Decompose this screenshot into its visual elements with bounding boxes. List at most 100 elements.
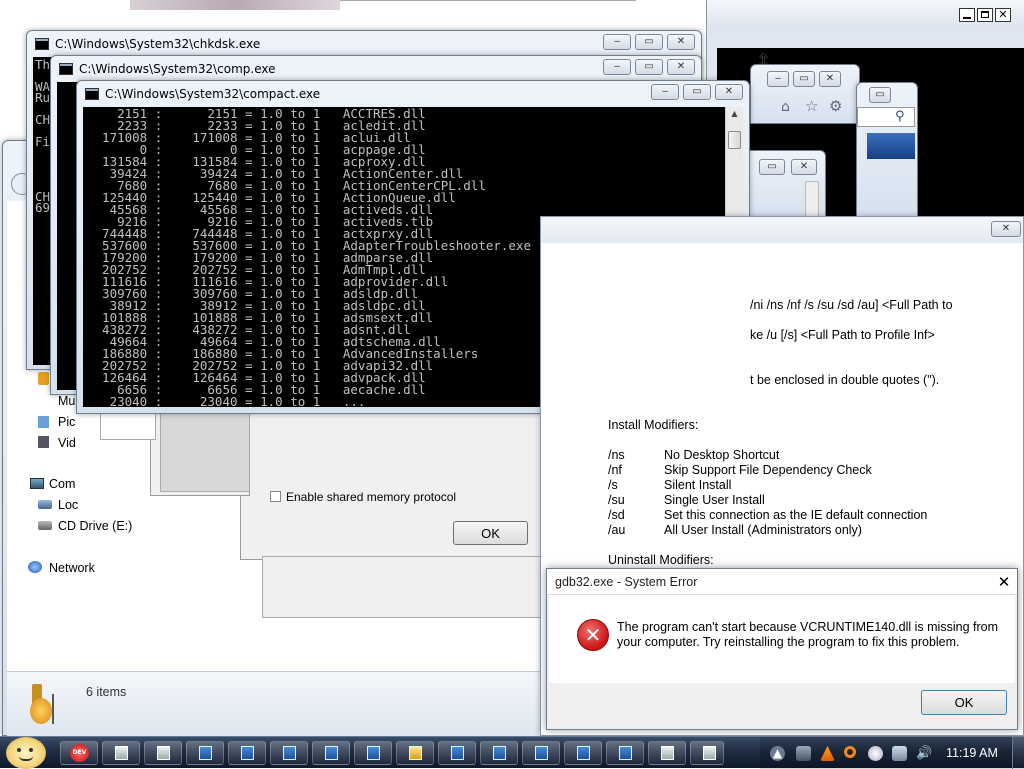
chkdsk-minimize-button[interactable]: ‒ bbox=[603, 34, 631, 50]
taskbar-window-button[interactable] bbox=[606, 741, 644, 765]
window-icon bbox=[703, 746, 716, 760]
modifier-desc: Skip Support File Dependency Check bbox=[664, 463, 872, 477]
taskbar-clock[interactable]: 11:19 AM bbox=[946, 746, 998, 760]
taskbar-window-button[interactable] bbox=[186, 741, 224, 765]
tray-app-icon[interactable] bbox=[796, 746, 811, 761]
nav-item-computer[interactable]: Com bbox=[49, 477, 75, 491]
help-close-button[interactable]: ✕ bbox=[991, 221, 1021, 237]
error-close-icon[interactable]: ✕ bbox=[995, 573, 1013, 591]
nav-item-pictures[interactable]: Pic bbox=[58, 415, 75, 429]
taskbar-devcpp-button[interactable]: DEV bbox=[60, 741, 98, 765]
comp-minimize-button[interactable]: ‒ bbox=[603, 59, 631, 75]
modifier-flag: /su bbox=[608, 493, 625, 507]
explorer-status-bar bbox=[7, 671, 541, 737]
compact-caption-buttons: ‒ ▭ ✕ bbox=[647, 84, 743, 100]
local-disk-icon bbox=[38, 500, 52, 509]
nav-item-music[interactable]: Mu bbox=[58, 394, 75, 408]
minimize-icon[interactable] bbox=[959, 8, 975, 22]
scroll-thumb[interactable] bbox=[728, 131, 741, 149]
modifier-desc: No Desktop Shortcut bbox=[664, 448, 780, 462]
chkdsk-title: C:\Windows\System32\chkdsk.exe bbox=[55, 37, 261, 51]
modifier-flag: /sd bbox=[608, 508, 625, 522]
show-desktop-button[interactable] bbox=[1012, 737, 1024, 769]
comp-maximize-button[interactable]: ▭ bbox=[635, 59, 663, 75]
top-right-caption-buttons: ✕ bbox=[959, 8, 1011, 22]
modifier-desc: Set this connection as the IE default co… bbox=[664, 508, 928, 522]
volume-icon[interactable]: 🔊 bbox=[916, 746, 932, 761]
window-icon bbox=[283, 746, 296, 760]
window-icon bbox=[535, 746, 548, 760]
home-icon[interactable]: ⌂ bbox=[781, 99, 790, 115]
taskbar-explorer-button[interactable] bbox=[396, 741, 434, 765]
start-button[interactable] bbox=[6, 737, 46, 769]
modifier-flag: /s bbox=[608, 478, 618, 492]
taskbar-window-button[interactable] bbox=[522, 741, 560, 765]
shared-memory-checkbox-label: Enable shared memory protocol bbox=[286, 490, 457, 504]
small-window-maximize-button[interactable]: ▭ bbox=[759, 159, 785, 175]
search-icon[interactable]: ⚲ bbox=[895, 109, 905, 124]
browser-maximize-button[interactable]: ▭ bbox=[793, 71, 815, 87]
devcpp-icon: DEV bbox=[70, 744, 89, 762]
window-icon bbox=[619, 746, 632, 760]
background-line bbox=[340, 0, 636, 1]
compact-minimize-button[interactable]: ‒ bbox=[651, 84, 679, 100]
browser-minimize-button[interactable]: ‒ bbox=[767, 71, 789, 87]
compact-close-button[interactable]: ✕ bbox=[715, 84, 743, 100]
browser-close-button[interactable]: ✕ bbox=[819, 71, 841, 87]
search-box[interactable] bbox=[857, 107, 915, 127]
show-hidden-icons-icon[interactable]: ▲ bbox=[770, 746, 785, 761]
comp-caption-buttons: ‒ ▭ ✕ bbox=[599, 59, 695, 75]
chkdsk-close-button[interactable]: ✕ bbox=[667, 34, 695, 50]
taskbar-window-button[interactable] bbox=[690, 741, 724, 765]
nav-item-local-disk[interactable]: Loc bbox=[58, 498, 78, 512]
network-tray-icon[interactable] bbox=[892, 746, 907, 761]
shared-memory-checkbox[interactable] bbox=[270, 491, 281, 502]
sql-ok-button[interactable]: OK bbox=[453, 521, 528, 545]
install-modifiers-header: Install Modifiers: bbox=[608, 418, 699, 432]
favorites-star-icon[interactable]: ☆ bbox=[805, 97, 818, 115]
system-error-dialog: gdb32.exe - System Error ✕ ✕ The program… bbox=[546, 568, 1018, 730]
search-window-close-button[interactable]: ▭ bbox=[869, 87, 891, 103]
background-image-strip bbox=[130, 0, 340, 10]
maximize-icon[interactable] bbox=[977, 8, 993, 22]
modifier-desc: Single User Install bbox=[664, 493, 765, 507]
taskbar-window-button[interactable] bbox=[354, 741, 392, 765]
error-ok-button[interactable]: OK bbox=[921, 690, 1007, 715]
chkdsk-caption-buttons: ‒ ▭ ✕ bbox=[599, 34, 695, 50]
comp-close-button[interactable]: ✕ bbox=[667, 59, 695, 75]
uninstall-modifiers-header: Uninstall Modifiers: bbox=[608, 553, 714, 567]
compact-maximize-button[interactable]: ▭ bbox=[683, 84, 711, 100]
compact-title: C:\Windows\System32\compact.exe bbox=[105, 87, 321, 101]
taskbar-window-button[interactable] bbox=[312, 741, 350, 765]
error-dialog-title: gdb32.exe - System Error bbox=[555, 575, 698, 589]
small-window-close-button[interactable]: ✕ bbox=[791, 159, 817, 175]
taskbar-window-button[interactable] bbox=[480, 741, 518, 765]
tray-circle-icon[interactable] bbox=[868, 746, 883, 761]
nav-item-videos[interactable]: Vid bbox=[58, 436, 76, 450]
nav-item-cd-drive[interactable]: CD Drive (E:) bbox=[58, 519, 132, 533]
search-window: ▭ ⚲ bbox=[856, 82, 918, 218]
window-icon bbox=[493, 746, 506, 760]
taskbar-window-button[interactable] bbox=[564, 741, 602, 765]
settings-gear-icon[interactable]: ⚙ bbox=[829, 97, 842, 115]
cmd-icon bbox=[59, 63, 73, 75]
magnifier-icon[interactable] bbox=[844, 746, 856, 758]
computer-icon bbox=[30, 478, 44, 489]
taskbar-window-button[interactable] bbox=[144, 741, 182, 765]
chkdsk-maximize-button[interactable]: ▭ bbox=[635, 34, 663, 50]
taskbar-window-button[interactable] bbox=[438, 741, 476, 765]
taskbar-window-button[interactable] bbox=[228, 741, 266, 765]
window-icon bbox=[367, 746, 380, 760]
status-item-count: 6 items bbox=[86, 685, 127, 699]
close-icon[interactable]: ✕ bbox=[995, 8, 1011, 22]
window-icon bbox=[157, 746, 170, 760]
nav-item-network[interactable]: Network bbox=[49, 561, 95, 575]
scroll-up-arrow-icon[interactable]: ▲ bbox=[726, 107, 743, 121]
modifier-flag: /au bbox=[608, 523, 626, 537]
taskbar-window-button[interactable] bbox=[648, 741, 686, 765]
taskbar-window-button[interactable] bbox=[270, 741, 308, 765]
small-window-scrollbar[interactable] bbox=[805, 181, 819, 217]
modifier-desc: Silent Install bbox=[664, 478, 732, 492]
help-usage-line2: ke /u [/s] <Full Path to Profile Inf> bbox=[750, 328, 935, 342]
taskbar-window-button[interactable] bbox=[102, 741, 140, 765]
